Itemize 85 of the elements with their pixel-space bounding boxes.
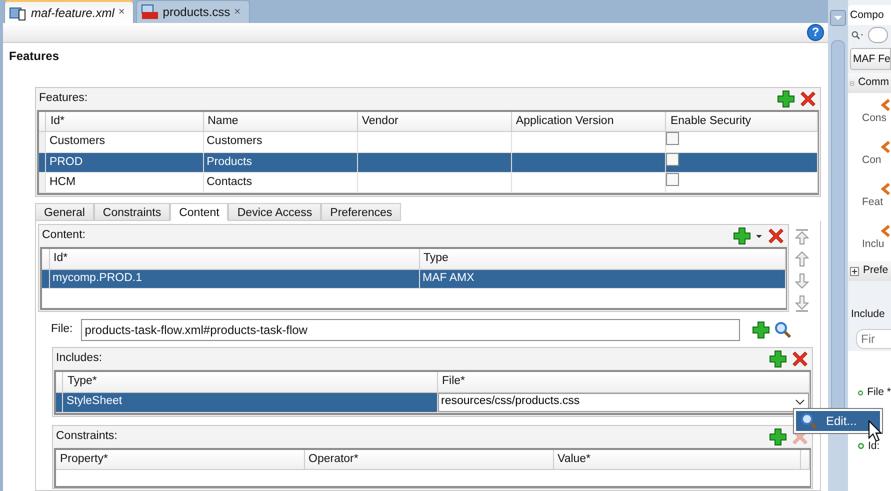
table-cell: Customers [203, 132, 358, 152]
palette-dropdown[interactable]: MAF Fe [850, 48, 891, 70]
table-cell: Products [203, 152, 358, 172]
combo-box[interactable]: resources/css/products.css [438, 392, 809, 412]
delete-icon[interactable] [791, 350, 809, 368]
close-button[interactable]: × [118, 4, 125, 21]
table-row[interactable]: HCM Contacts [39, 172, 818, 192]
move-bottom-icon[interactable] [793, 294, 811, 312]
component-icon[interactable] [881, 141, 891, 153]
tab[interactable]: Constraints [94, 203, 170, 221]
checkbox[interactable] [666, 152, 680, 166]
add-icon[interactable] [733, 227, 751, 245]
table-cell: Customers [46, 132, 204, 152]
editor-tab[interactable]: maf-feature.xml × [4, 0, 134, 23]
move-up-icon[interactable] [793, 250, 811, 268]
search-icon[interactable] [774, 321, 792, 339]
column-header[interactable]: Value* [553, 450, 800, 470]
table-cell: Contacts [203, 172, 358, 192]
dot-icon [858, 443, 864, 450]
table-cell: MAF AMX [419, 269, 785, 288]
editor-tab[interactable]: products.css × [136, 0, 250, 23]
section-header[interactable]: Comm [848, 73, 891, 93]
help-button[interactable]: ? [807, 24, 824, 41]
tab[interactable]: General [35, 203, 94, 221]
table-row[interactable]: StyleSheet resources/css/products.css [56, 392, 810, 412]
palette-item[interactable]: Inclu [848, 237, 884, 253]
mobile-file-icon [9, 4, 27, 20]
add-icon[interactable] [769, 350, 787, 368]
add-icon[interactable] [752, 321, 770, 339]
delete-icon[interactable] [799, 90, 817, 108]
move-down-icon[interactable] [793, 272, 811, 290]
column-header[interactable]: Vendor [357, 112, 512, 132]
column-header[interactable]: Property* [56, 450, 304, 470]
tab[interactable]: Preferences [321, 203, 402, 221]
property-label: File * [867, 384, 891, 400]
checkbox[interactable] [666, 172, 680, 186]
section-label: Includes: [56, 351, 102, 366]
section-label: Features: [39, 91, 88, 106]
property-label: Id: [868, 438, 880, 454]
collapse-icon[interactable] [850, 78, 854, 88]
tab[interactable]: Content [170, 203, 228, 221]
field-label: File: [51, 322, 73, 338]
section-header[interactable]: Prefe [848, 261, 891, 281]
table-cell: HCM [46, 172, 204, 192]
column-header[interactable]: Id* [46, 112, 204, 132]
component-icon[interactable] [881, 183, 891, 195]
search-icon [800, 412, 818, 430]
close-button[interactable]: × [234, 4, 241, 20]
table-cell: PROD [46, 152, 204, 172]
column-header[interactable]: Type [419, 249, 785, 269]
column-header[interactable]: Application Version [511, 112, 666, 132]
expand-icon[interactable] [850, 266, 859, 276]
tab[interactable]: Device Access [228, 203, 322, 221]
table-row[interactable]: Customers Customers [39, 132, 818, 152]
delete-icon[interactable] [767, 227, 785, 245]
panel-tab[interactable]: Compo [848, 5, 891, 25]
column-header[interactable]: Id* [49, 249, 419, 269]
add-icon[interactable] [777, 90, 795, 108]
dropdown-icon[interactable] [830, 10, 846, 26]
section-label: Constraints: [56, 428, 118, 444]
css-file-icon [140, 4, 159, 20]
section-label: Content: [42, 228, 86, 244]
column-header[interactable]: Type* [62, 372, 438, 392]
table-row[interactable]: mycomp.PROD.1 MAF AMX [42, 269, 785, 288]
palette-item[interactable]: Feat [848, 195, 884, 211]
dot-icon [858, 390, 864, 396]
component-icon[interactable] [881, 225, 891, 237]
column-header[interactable]: Operator* [304, 450, 553, 470]
search-field[interactable]: Fir [856, 328, 891, 349]
palette-item[interactable]: Cons [848, 111, 887, 127]
move-top-icon[interactable] [793, 228, 811, 246]
table-row[interactable]: PROD Products [39, 152, 818, 172]
table-cell: mycomp.PROD.1 [49, 269, 419, 288]
page-title: Features [9, 48, 60, 65]
menu-item[interactable]: Edit... [796, 411, 880, 431]
search-field[interactable] [868, 27, 888, 43]
column-header[interactable]: File* [438, 372, 810, 392]
add-icon[interactable] [769, 428, 787, 446]
component-icon[interactable] [881, 99, 891, 111]
column-header[interactable]: Enable Security [666, 112, 818, 132]
checkbox[interactable] [666, 132, 680, 146]
file-field[interactable]: products-task-flow.xml#products-task-flow [80, 319, 740, 341]
column-header[interactable]: Name [203, 112, 358, 132]
table-cell: StyleSheet [62, 392, 438, 412]
palette-item[interactable]: Con [848, 153, 882, 169]
